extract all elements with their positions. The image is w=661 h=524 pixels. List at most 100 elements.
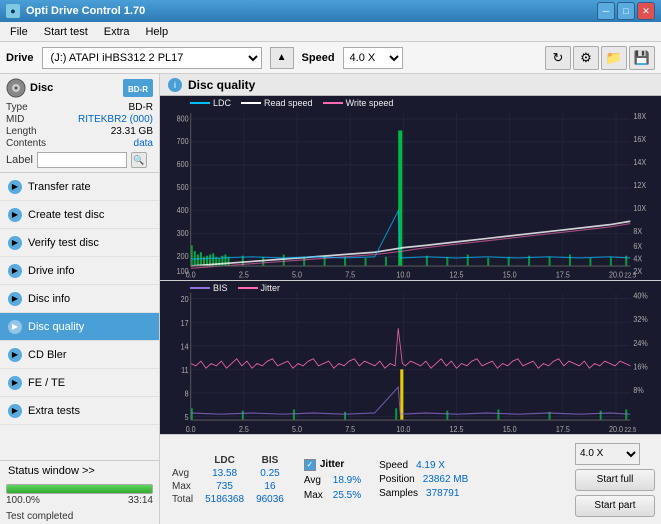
drivebar: Drive (J:) ATAPI iHBS312 2 PL17 ▲ Speed … [0,42,661,74]
svg-text:0.0: 0.0 [186,270,196,280]
titlebar-controls: ─ □ ✕ [597,2,655,20]
settings-icon[interactable]: ⚙ [573,46,599,70]
avg-bis: 0.25 [250,467,290,480]
folder-icon[interactable]: 📁 [601,46,627,70]
menu-start-test[interactable]: Start test [38,25,94,39]
create-test-label: Create test disc [28,209,104,221]
progress-fill [7,485,152,493]
sidebar-item-fe-te[interactable]: ▶ FE / TE [0,369,159,397]
disc-quality-header: i Disc quality [160,74,661,96]
svg-text:2.5: 2.5 [239,424,249,434]
jitter-checkbox[interactable]: ✓ [304,459,316,471]
read-speed-legend-dot [241,102,261,104]
minimize-button[interactable]: ─ [597,2,615,20]
sidebar-item-create-test-disc[interactable]: ▶ Create test disc [0,201,159,229]
ldc-bis-table: LDC BIS Avg 13.58 0.25 Max 735 16 Tota [166,454,290,506]
refresh-icon[interactable]: ↻ [545,46,571,70]
sidebar: Disc BD-R Type BD-R MID RITEKBR2 (000) L… [0,74,160,524]
avg-label: Avg [166,467,199,480]
svg-text:24%: 24% [633,338,647,348]
sidebar-item-verify-test-disc[interactable]: ▶ Verify test disc [0,229,159,257]
svg-text:800: 800 [177,114,189,124]
sidebar-item-disc-quality[interactable]: ▶ Disc quality [0,313,159,341]
samples-label: Samples [379,488,418,499]
chart1-svg: 800 700 600 500 400 300 200 100 18X 16X … [160,96,661,280]
svg-text:500: 500 [177,183,189,193]
legend-jitter: Jitter [238,283,281,293]
disc-mid-row: MID RITEKBR2 (000) [6,114,153,125]
menu-extra[interactable]: Extra [98,25,136,39]
menu-file[interactable]: File [4,25,34,39]
footer-speed-select[interactable]: 4.0 X [575,443,640,465]
start-part-button[interactable]: Start part [575,495,655,517]
jitter-max-val: 25.5% [333,490,361,501]
svg-text:7.5: 7.5 [345,424,355,434]
sidebar-item-disc-info[interactable]: ▶ Disc info [0,285,159,313]
svg-text:22.5: 22.5 [624,272,636,279]
label-input[interactable] [37,152,127,168]
sidebar-item-drive-info[interactable]: ▶ Drive info [0,257,159,285]
svg-text:20.0: 20.0 [609,270,623,280]
bis-header: BIS [250,454,290,467]
svg-text:400: 400 [177,206,189,216]
max-bis: 16 [250,480,290,493]
drive-select[interactable]: (J:) ATAPI iHBS312 2 PL17 [42,47,262,69]
disc-length-row: Length 23.31 GB [6,126,153,137]
sidebar-item-transfer-rate[interactable]: ▶ Transfer rate [0,173,159,201]
menu-help[interactable]: Help [139,25,174,39]
sidebar-item-extra-tests[interactable]: ▶ Extra tests [0,397,159,425]
svg-text:12X: 12X [633,181,646,191]
chart-ldc: LDC Read speed Write speed [160,96,661,281]
status-window-button[interactable]: Status window >> [0,461,159,481]
legend-ldc: LDC [190,98,231,108]
maximize-button[interactable]: □ [617,2,635,20]
svg-text:40%: 40% [633,291,647,301]
disc-quality-title: Disc quality [188,78,255,92]
stats-footer: LDC BIS Avg 13.58 0.25 Max 735 16 Tota [160,434,661,524]
disc-title: Disc [30,82,53,94]
toolbar-icons: ↻ ⚙ 📁 💾 [545,46,655,70]
svg-text:600: 600 [177,160,189,170]
chart-bis: BIS Jitter 20 [160,281,661,434]
jitter-max-label: Max [304,490,323,501]
disc-label-row: Label 🔍 [6,152,153,168]
extra-tests-icon: ▶ [8,404,22,418]
save-icon[interactable]: 💾 [629,46,655,70]
jitter-avg-label: Avg [304,475,321,486]
speed-label: Speed [302,52,335,64]
disc-info-icon: ▶ [8,292,22,306]
svg-text:17.5: 17.5 [556,270,570,280]
menubar: File Start test Extra Help [0,22,661,42]
close-button[interactable]: ✕ [637,2,655,20]
legend-write-speed: Write speed [323,98,394,108]
avg-ldc: 13.58 [199,467,250,480]
bis-legend-dot [190,287,210,289]
svg-text:17.5: 17.5 [556,424,570,434]
eject-button[interactable]: ▲ [270,47,294,69]
svg-text:11: 11 [181,365,188,375]
start-full-button[interactable]: Start full [575,469,655,491]
svg-text:18X: 18X [633,112,646,122]
progress-bar [6,484,153,494]
transfer-rate-label: Transfer rate [28,181,91,193]
extra-tests-label: Extra tests [28,405,80,417]
status-text: Test completed [0,509,159,524]
fe-te-icon: ▶ [8,376,22,390]
disc-type-icon: BD-R [123,79,153,97]
svg-text:10.0: 10.0 [396,424,410,434]
sidebar-item-cd-bler[interactable]: ▶ CD Bler [0,341,159,369]
speed-select[interactable]: 4.0 X [343,47,403,69]
content-area: i Disc quality LDC Read speed [160,74,661,524]
chart2-legend: BIS Jitter [190,283,280,293]
svg-text:14X: 14X [633,158,646,168]
progress-percent: 100.0% [6,495,128,506]
total-bis: 96036 [250,493,290,506]
drive-info-icon: ▶ [8,264,22,278]
speed-info: Speed 4.19 X Position 23862 MB Samples 3… [379,460,468,499]
svg-text:2.5: 2.5 [239,270,249,280]
progress-area: 100.0% 33:14 [0,481,159,509]
svg-text:12.5: 12.5 [450,424,464,434]
svg-text:4X: 4X [633,254,642,264]
disc-icon [6,78,26,98]
label-icon-btn[interactable]: 🔍 [131,152,147,168]
